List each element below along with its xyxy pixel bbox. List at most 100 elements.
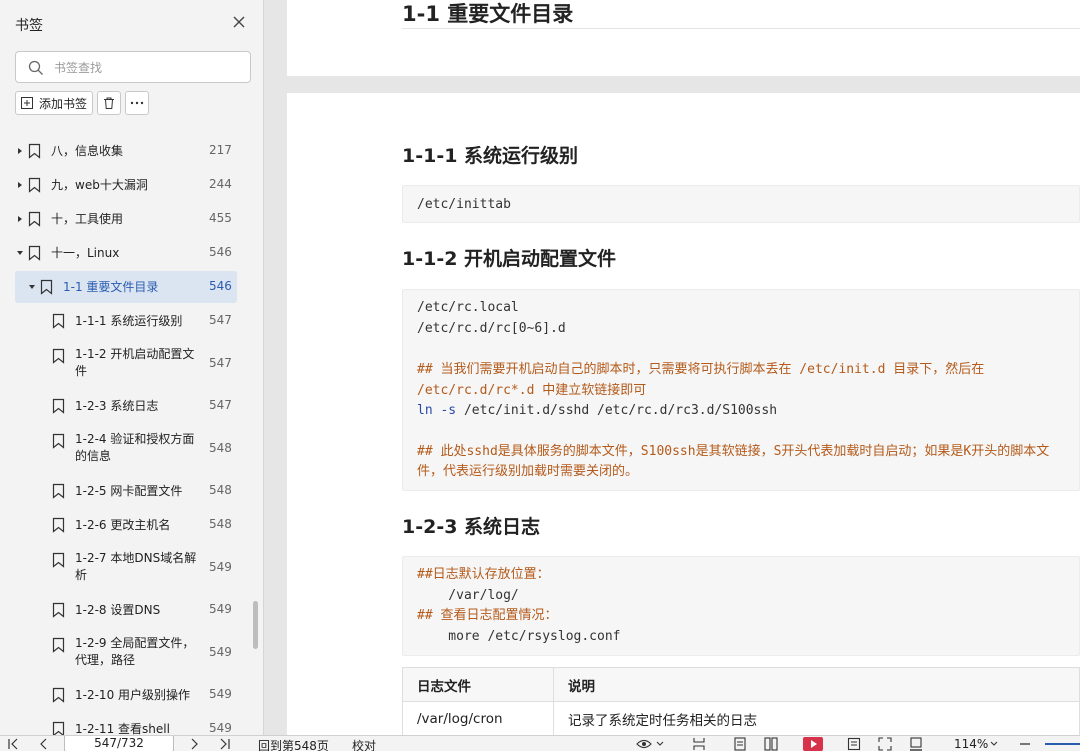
log-table: 日志文件 说明 /var/log/cron 记录了系统定时任务相关的日志 — [402, 667, 1080, 735]
bookmark-item[interactable]: 十一，Linux 546 — [0, 237, 258, 269]
eye-protect-icon[interactable] — [909, 737, 923, 751]
bookmark-icon — [52, 687, 65, 703]
bookmark-label-line2: 代理，路径 — [75, 653, 136, 667]
bookmark-item[interactable]: 1-2-10 用户级别操作 549 — [0, 679, 258, 711]
heading-1-1-2: 1-1-2 开机启动配置文件 — [402, 248, 617, 270]
code-comment: /etc/rc.d/rc*.d 中建立软链接即可 — [417, 383, 647, 398]
table-cell: /var/log/cron — [402, 701, 554, 735]
bookmark-item[interactable]: 1-2-8 设置DNS 549 — [0, 594, 258, 626]
prev-page-icon[interactable] — [37, 737, 51, 751]
bookmark-icon — [40, 279, 53, 295]
bookmark-icon — [52, 433, 65, 449]
bookmark-label: 1-2-6 更改主机名 — [75, 518, 171, 532]
continuous-view-icon[interactable] — [692, 737, 706, 751]
search-input[interactable] — [54, 58, 234, 78]
bookmark-item[interactable]: 1-2-3 系统日志 547 — [0, 390, 258, 422]
bookmark-label: 1-2-7 本地DNS域名解 — [75, 551, 197, 565]
bookmark-page: 549 — [209, 602, 232, 616]
bookmark-page: 455 — [209, 211, 232, 225]
bookmark-item[interactable]: 十，工具使用 455 — [0, 203, 258, 235]
expand-arrow-icon[interactable] — [16, 147, 24, 155]
code-comment: ## 当我们需要开机启动自己的脚本时，只需要将可执行脚本丢在 /etc/init… — [417, 362, 985, 377]
code-line: /var/log/ — [417, 588, 519, 603]
single-page-icon[interactable] — [733, 737, 747, 751]
delete-bookmark-button[interactable] — [97, 91, 121, 115]
bookmark-label: 1-2-10 用户级别操作 — [75, 688, 191, 702]
two-page-icon[interactable] — [764, 737, 778, 751]
bookmark-item[interactable]: 九，web十大漏洞 244 — [0, 169, 258, 201]
bookmark-page: 547 — [209, 313, 232, 327]
table-header-row: 日志文件 说明 — [402, 667, 1080, 702]
page-previous: 1-1 重要文件目录 — [287, 0, 1080, 76]
proofread-button[interactable]: 校对 — [352, 737, 376, 751]
bookmark-label: 1-1 重要文件目录 — [63, 280, 159, 294]
bookmark-label: 1-1-1 系统运行级别 — [75, 314, 183, 328]
eye-icon[interactable] — [636, 737, 652, 751]
bookmark-page: 549 — [209, 560, 232, 574]
fit-width-icon[interactable] — [847, 737, 861, 751]
chevron-down-icon[interactable] — [990, 737, 998, 751]
add-bookmark-label: 添加书签 — [39, 96, 88, 111]
bookmark-label: 1-1-2 开机启动配置文 — [75, 347, 195, 361]
expand-arrow-icon[interactable] — [16, 215, 24, 223]
back-to-page-link[interactable]: 回到第548页 — [258, 737, 329, 751]
bookmark-icon — [52, 552, 65, 568]
bookmark-item[interactable]: 1-1-1 系统运行级别 547 — [0, 305, 258, 337]
bookmark-page: 549 — [209, 721, 232, 735]
table-header: 日志文件 — [402, 667, 554, 702]
bookmark-icon — [52, 483, 65, 499]
bookmark-item[interactable]: 1-2-7 本地DNS域名解 析 549 — [0, 543, 258, 593]
bookmark-item[interactable]: 八，信息收集 217 — [0, 135, 258, 167]
collapse-arrow-icon[interactable] — [28, 283, 36, 291]
heading-1-1: 1-1 重要文件目录 — [402, 2, 574, 26]
bookmark-item-active[interactable]: 1-1 重要文件目录 546 — [0, 271, 258, 303]
sidebar-scrollbar[interactable] — [253, 601, 258, 649]
code-line: more /etc/rsyslog.conf — [417, 629, 621, 644]
bookmark-label: 1-2-11 查看shell — [75, 722, 170, 735]
collapse-arrow-icon[interactable] — [16, 249, 24, 257]
close-icon[interactable] — [230, 13, 248, 31]
add-bookmark-button[interactable]: 添加书签 — [15, 91, 93, 115]
fullscreen-icon[interactable] — [878, 737, 892, 751]
bookmark-item[interactable]: 1-2-9 全局配置文件， 代理，路径 549 — [0, 628, 258, 678]
bookmark-item[interactable]: 1-2-5 网卡配置文件 548 — [0, 475, 258, 507]
bookmark-icon — [52, 398, 65, 414]
add-bookmark-icon — [21, 97, 33, 109]
code-line: /etc/inittab — [417, 197, 511, 212]
bookmark-panel: 书签 添加书签 八，信息收集 217 九，web十大漏洞 244 — [0, 0, 264, 735]
heading-1-2-3: 1-2-3 系统日志 — [402, 516, 541, 538]
bookmark-icon — [28, 143, 41, 159]
play-icon[interactable] — [803, 737, 823, 751]
code-comment: 件，代表运行级别加载时需要关闭的。 — [417, 464, 639, 479]
bookmark-item[interactable]: 1-2-11 查看shell 549 — [0, 713, 258, 735]
last-page-icon[interactable] — [218, 737, 232, 751]
more-icon — [130, 101, 144, 105]
bookmark-icon — [28, 245, 41, 261]
more-button[interactable] — [125, 91, 149, 115]
heading-1-1-1: 1-1-1 系统运行级别 — [402, 145, 579, 167]
bookmark-item[interactable]: 1-1-2 开机启动配置文 件 547 — [0, 339, 258, 389]
zoom-out-icon[interactable] — [1018, 737, 1032, 751]
table-row: /var/log/cron 记录了系统定时任务相关的日志 — [402, 701, 1080, 735]
panel-title: 书签 — [15, 18, 43, 34]
page-number-input[interactable]: 547/732 — [64, 736, 174, 751]
status-bar: 547/732 回到第548页 校对 114% — [0, 735, 1080, 751]
first-page-icon[interactable] — [6, 737, 20, 751]
bookmark-page: 546 — [209, 279, 232, 293]
bookmark-icon — [52, 721, 65, 735]
expand-arrow-icon[interactable] — [16, 181, 24, 189]
bookmark-label: 1-2-5 网卡配置文件 — [75, 484, 183, 498]
trash-icon — [104, 97, 114, 109]
bookmark-page: 548 — [209, 441, 232, 455]
next-page-icon[interactable] — [187, 737, 201, 751]
bookmark-page: 244 — [209, 177, 232, 191]
zoom-level[interactable]: 114% — [954, 737, 988, 751]
page-current: 1-1-1 系统运行级别 /etc/inittab 1-1-2 开机启动配置文件… — [287, 93, 1080, 735]
bookmark-item[interactable]: 1-2-4 验证和授权方面 的信息 548 — [0, 424, 258, 474]
bookmark-item[interactable]: 1-2-6 更改主机名 548 — [0, 509, 258, 541]
chevron-down-icon[interactable] — [656, 737, 664, 751]
bookmark-icon — [52, 313, 65, 329]
bookmark-icon — [52, 517, 65, 533]
bookmark-label: 八，信息收集 — [51, 144, 124, 158]
zoom-slider[interactable] — [1045, 743, 1080, 745]
